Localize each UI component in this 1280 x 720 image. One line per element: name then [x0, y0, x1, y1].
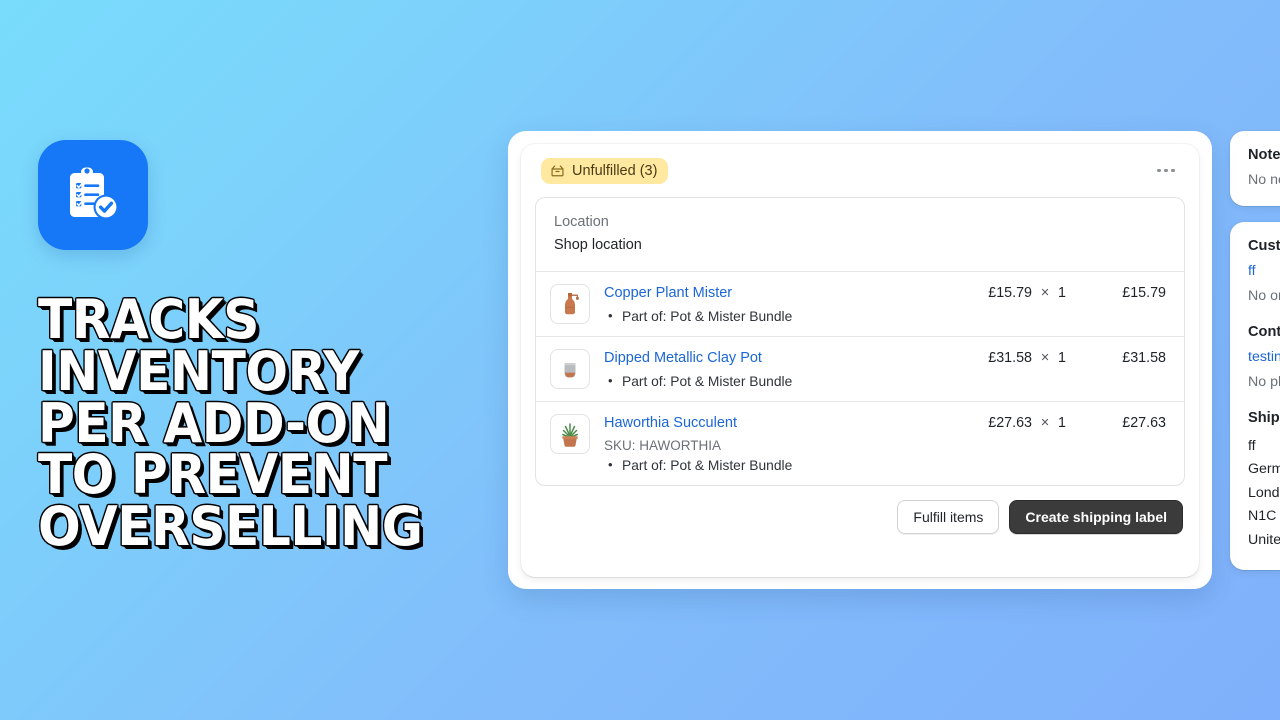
- line-item-pricing: £15.79 × 1 £15.79: [966, 284, 1166, 324]
- notes-body: No notes: [1248, 172, 1280, 188]
- product-title-link[interactable]: Haworthia Succulent: [604, 414, 966, 434]
- quantity: 1: [1058, 349, 1066, 366]
- dot: [1171, 168, 1175, 173]
- dot: [1164, 168, 1168, 173]
- line-item-details: Copper Plant Mister Part of: Pot & Miste…: [604, 284, 966, 324]
- address-line: United Kingdom: [1248, 531, 1280, 548]
- line-item-pricing: £31.58 × 1 £31.58: [966, 349, 1166, 389]
- product-thumbnail: [550, 413, 590, 454]
- fulfillment-card-actions: Fulfill items Create shipping label: [521, 486, 1199, 535]
- headline-line-3: PER ADD-ON: [38, 391, 390, 455]
- notes-card: Notes No notes: [1230, 131, 1280, 206]
- clay-pot-icon: [554, 353, 586, 385]
- quantity: 1: [1058, 284, 1066, 301]
- product-sku: SKU: HAWORTHIA: [604, 437, 722, 453]
- location-label: Location: [554, 214, 609, 230]
- fulfillment-panel: Location Shop location Copper Plant Mist…: [535, 197, 1185, 486]
- product-title-link[interactable]: Dipped Metallic Clay Pot: [604, 349, 966, 369]
- create-shipping-label-button[interactable]: Create shipping label: [1009, 499, 1183, 535]
- dot: [1157, 168, 1161, 173]
- promo-headline: TRACKS INVENTORY PER ADD-ON TO PREVENT O…: [38, 288, 466, 559]
- fulfillment-card-header: Unfulfilled (3): [521, 144, 1199, 197]
- product-thumbnail: [550, 283, 590, 324]
- clipboard-check-icon: [61, 163, 125, 227]
- succulent-icon: [554, 418, 586, 450]
- order-side-column: Notes No notes Customer ff No orders Con…: [1230, 131, 1280, 586]
- package-icon: [550, 163, 565, 178]
- line-item-pricing: £27.63 × 1 £27.63: [966, 414, 1166, 473]
- line-item-details: Haworthia Succulent SKU: HAWORTHIA Part …: [604, 414, 966, 473]
- customer-order-count: No orders: [1248, 288, 1280, 304]
- product-title-link[interactable]: Copper Plant Mister: [604, 284, 966, 304]
- line-item-row: Copper Plant Mister Part of: Pot & Miste…: [536, 270, 1184, 336]
- line-item-details: Dipped Metallic Clay Pot Part of: Pot & …: [604, 349, 966, 389]
- copper-mister-icon: [554, 288, 586, 320]
- times-symbol: ×: [1040, 349, 1050, 366]
- more-actions-button[interactable]: [1151, 161, 1181, 181]
- line-item-row: Dipped Metallic Clay Pot Part of: Pot & …: [536, 335, 1184, 401]
- status-badge: Unfulfilled (3): [541, 157, 669, 184]
- contact-heading: Contact information: [1248, 324, 1280, 340]
- unit-price: £31.58: [988, 349, 1032, 366]
- promo-block: TRACKS INVENTORY PER ADD-ON TO PREVENT O…: [38, 140, 498, 559]
- bundle-note: Part of: Pot & Mister Bundle: [604, 373, 966, 389]
- bundle-note: Part of: Pot & Mister Bundle: [604, 308, 966, 324]
- headline-line-5: OVERSELLING: [38, 495, 423, 559]
- location-value: Shop location: [554, 236, 642, 253]
- line-total: £27.63: [1122, 414, 1166, 431]
- customer-heading: Customer: [1248, 238, 1280, 254]
- location-block: Location Shop location: [536, 198, 1184, 271]
- headline-line-1: TRACKS: [38, 288, 259, 351]
- notes-heading: Notes: [1248, 147, 1280, 163]
- fulfillment-card: Unfulfilled (3) Location Shop location C…: [521, 144, 1199, 577]
- contact-email-link[interactable]: testing@example.com: [1248, 349, 1280, 365]
- shipping-heading: Shipping address: [1248, 410, 1280, 426]
- customer-phone: No phone number: [1248, 374, 1280, 390]
- unit-price: £15.79: [988, 284, 1032, 301]
- status-badge-label: Unfulfilled (3): [572, 162, 658, 179]
- quantity: 1: [1058, 414, 1066, 431]
- bundle-note: Part of: Pot & Mister Bundle: [604, 457, 966, 473]
- headline-line-4: TO PREVENT: [38, 443, 388, 507]
- address-line: German Street: [1248, 461, 1280, 478]
- app-icon: [38, 140, 148, 250]
- address-line: ff: [1248, 438, 1256, 454]
- address-line: London: [1248, 484, 1280, 501]
- address-line: N1C: [1248, 508, 1277, 525]
- product-thumbnail: [550, 348, 590, 389]
- fulfill-items-button[interactable]: Fulfill items: [897, 499, 1000, 535]
- times-symbol: ×: [1040, 414, 1050, 431]
- line-item-row: Haworthia Succulent SKU: HAWORTHIA Part …: [536, 400, 1184, 485]
- line-total: £31.58: [1122, 349, 1166, 366]
- customer-card: Customer ff No orders Contact informatio…: [1230, 222, 1280, 571]
- unit-price: £27.63: [988, 414, 1032, 431]
- order-card-frame: Unfulfilled (3) Location Shop location C…: [508, 131, 1212, 589]
- times-symbol: ×: [1040, 284, 1050, 301]
- headline-line-2: INVENTORY: [38, 339, 359, 403]
- line-total: £15.79: [1122, 284, 1166, 301]
- customer-name-link[interactable]: ff: [1248, 263, 1280, 279]
